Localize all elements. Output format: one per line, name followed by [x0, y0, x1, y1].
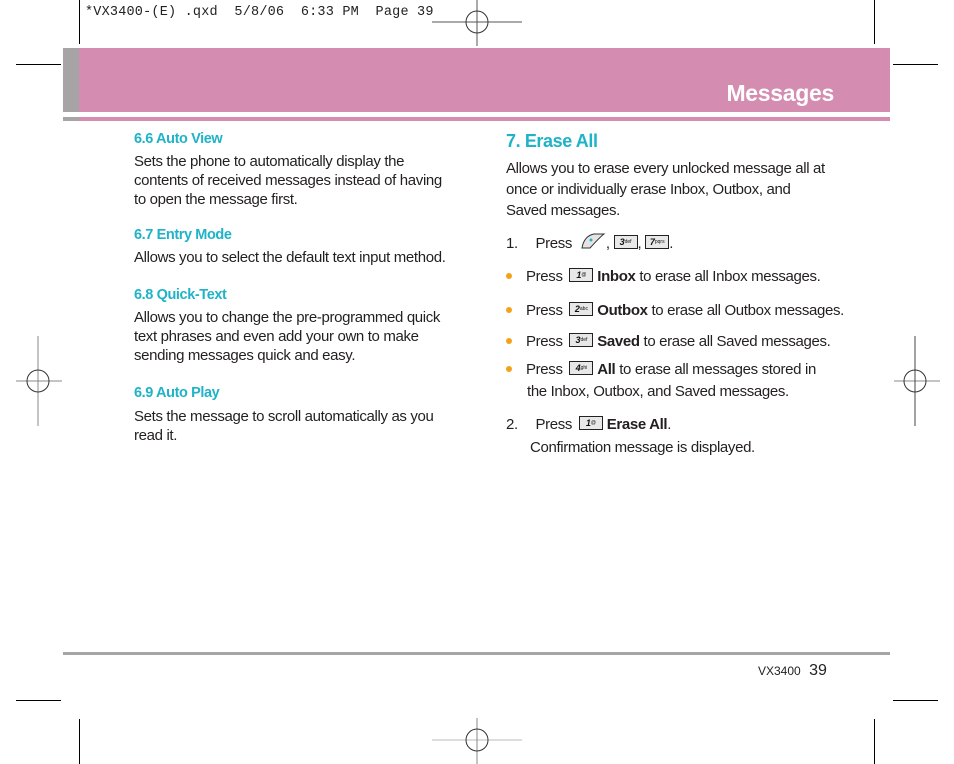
crop-mark-top-left-vertical: [79, 0, 80, 44]
intro-line: once or individually erase Inbox, Outbox…: [506, 181, 791, 198]
period: .: [667, 416, 672, 433]
key-7-icon: 7pqrs: [645, 235, 670, 250]
right-column: 7. Erase All Allows you to erase every u…: [506, 131, 846, 471]
body-line: Sets the message to scroll automatically…: [134, 408, 434, 425]
section-body: Sets the message to scroll automatically…: [134, 407, 464, 445]
option-description: to erase all Inbox messages.: [635, 268, 821, 285]
press-label: Press: [535, 235, 573, 252]
crop-mark-top-left-horizontal: [16, 64, 61, 65]
page-title: Messages: [726, 80, 834, 106]
option-label: Inbox: [597, 268, 636, 285]
step-number: 1.: [506, 235, 518, 252]
body-line: Sets the phone to automatically display …: [134, 153, 405, 170]
option-label: Saved: [597, 333, 640, 350]
option-label: Outbox: [597, 302, 648, 319]
section-heading: 6.6 Auto View: [134, 131, 223, 147]
section-quick-text: 6.8 Quick-Text Allows you to change the …: [134, 287, 464, 365]
body-line: sending messages quick and easy.: [134, 347, 356, 364]
key-4-icon: 4ghi: [569, 361, 594, 376]
intro-text: Allows you to erase every unlocked messa…: [506, 158, 846, 221]
page-number: 39: [809, 662, 827, 679]
crop-mark-bottom-left-vertical: [79, 719, 80, 764]
crop-mark-bottom-right-vertical: [874, 719, 875, 764]
body-line: Allows you to change the pre-programmed …: [134, 309, 441, 326]
bullet-outbox: Press 2abc Outbox to erase all Outbox me…: [506, 302, 844, 319]
step-1: 1. Press , 3def, 7pqrs.: [506, 233, 673, 253]
section-entry-mode: 6.7 Entry Mode Allows you to select the …: [134, 227, 464, 267]
bullet-icon: [506, 273, 512, 279]
bullet-icon: [506, 338, 512, 344]
header-tab: [63, 48, 79, 112]
press-label: Press: [526, 333, 563, 350]
option-label: All: [597, 361, 616, 378]
intro-line: Allows you to erase every unlocked messa…: [506, 160, 825, 177]
bullet-icon: [506, 366, 512, 372]
section-heading-erase-all: 7. Erase All: [506, 131, 598, 151]
key-1-icon: 1@: [569, 268, 594, 283]
section-body: Allows you to select the default text in…: [134, 248, 464, 267]
option-description: to erase all Saved messages.: [639, 333, 831, 350]
bullet-saved: Press 3def Saved to erase all Saved mess…: [506, 333, 831, 350]
registration-mark-left: [16, 336, 62, 426]
confirmation-note: Confirmation message is displayed.: [530, 439, 755, 456]
step-2: 2. Press 1@ Erase All.: [506, 416, 671, 433]
section-body: Allows you to change the pre-programmed …: [134, 308, 464, 365]
registration-mark-top: [432, 0, 522, 46]
section-heading: 6.9 Auto Play: [134, 385, 220, 401]
bullet-all: Press 4ghi All to erase all messages sto…: [506, 361, 816, 378]
option-label: Erase All: [606, 416, 668, 433]
press-label: Press: [535, 416, 573, 433]
model-name: VX3400: [758, 664, 801, 678]
body-line: to open the message first.: [134, 191, 298, 208]
crop-mark-top-right-horizontal: [893, 64, 938, 65]
body-line: read it.: [134, 427, 178, 444]
bullet-inbox: Press 1@ Inbox to erase all Inbox messag…: [506, 268, 821, 285]
registration-mark-bottom: [432, 718, 522, 764]
body-line: text phrases and even add your own to ma…: [134, 328, 419, 345]
key-2-icon: 2abc: [569, 302, 594, 317]
bullet-icon: [506, 307, 512, 313]
bullet-all-continuation: the Inbox, Outbox, and Saved messages.: [527, 383, 789, 400]
footer: VX3400 39: [758, 662, 827, 680]
step-number: 2.: [506, 416, 518, 433]
section-heading: 6.8 Quick-Text: [134, 287, 227, 303]
print-slug: *VX3400-(E) .qxd 5/8/06 6:33 PM Page 39: [85, 5, 434, 20]
press-label: Press: [526, 361, 563, 378]
section-auto-play: 6.9 Auto Play Sets the message to scroll…: [134, 385, 464, 445]
key-3-icon: 3def: [613, 235, 638, 250]
section-heading: 6.7 Entry Mode: [134, 227, 232, 243]
registration-mark-right: [894, 336, 940, 426]
option-description: to erase all messages stored in: [615, 361, 816, 378]
section-body: Sets the phone to automatically display …: [134, 152, 464, 209]
footer-rule: [63, 652, 890, 655]
intro-line: Saved messages.: [506, 202, 620, 219]
header-underline-tab: [63, 117, 79, 121]
body-line: contents of received messages instead of…: [134, 172, 442, 189]
left-column: 6.6 Auto View Sets the phone to automati…: [134, 131, 464, 465]
key-3-icon: 3def: [569, 333, 594, 348]
crop-mark-bottom-left-horizontal: [16, 700, 61, 701]
header-underline: [79, 117, 890, 121]
press-label: Press: [526, 268, 563, 285]
section-auto-view: 6.6 Auto View Sets the phone to automati…: [134, 131, 464, 209]
key-1-icon: 1@: [578, 416, 603, 431]
left-soft-key-icon: [581, 233, 606, 249]
body-line: Allows you to select the default text in…: [134, 249, 446, 266]
option-description: to erase all Outbox messages.: [647, 302, 844, 319]
crop-mark-bottom-right-horizontal: [893, 700, 938, 701]
crop-mark-top-right-vertical: [874, 0, 875, 44]
press-label: Press: [526, 302, 563, 319]
